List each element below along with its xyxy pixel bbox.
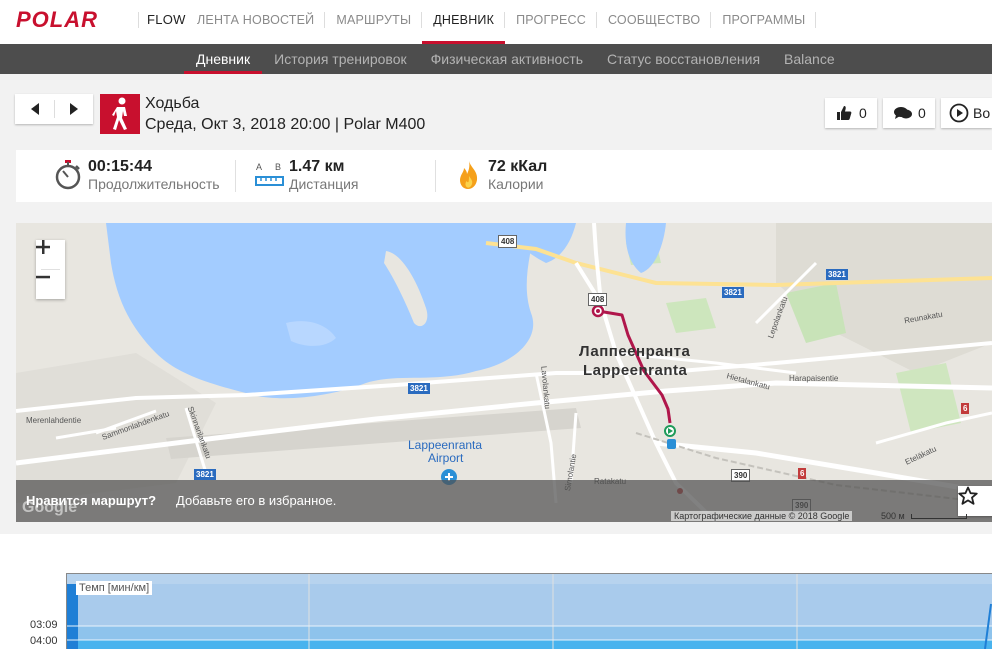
distance-label: Дистанция — [289, 176, 359, 192]
city-label-en: Lappeenranta — [583, 362, 688, 379]
flow-label: FLOW — [147, 12, 186, 27]
city-label-ru: Лаппеенранта — [579, 343, 691, 360]
zoom-out-button[interactable] — [36, 270, 65, 299]
plus-icon — [36, 240, 50, 254]
distance-icon-a: A — [256, 162, 262, 172]
map-zoom-control — [36, 240, 65, 299]
subnav-item[interactable]: История тренировок — [262, 44, 418, 74]
nav-item-label: ДНЕВНИК — [433, 13, 495, 27]
nav-item-label: ЛЕНТА НОВОСТЕЙ — [197, 13, 315, 27]
airport-label-line1: Lappeenranta — [408, 438, 483, 452]
street-harapaisentie: Harapaisentie — [789, 374, 839, 383]
like-button[interactable]: 0 — [825, 98, 877, 128]
nav-item-label: МАРШРУТЫ — [336, 13, 412, 27]
pace-ytick: 04:00 — [30, 635, 58, 647]
subnav-item-label: История тренировок — [274, 51, 407, 67]
road-badge-6: 6 — [798, 468, 807, 479]
airport-label-line2: Airport — [428, 451, 464, 465]
road-badge-3821: 3821 — [408, 383, 430, 394]
favorite-hint: Добавьте его в избранное. — [176, 493, 337, 508]
distance-value: 1.47 км — [289, 158, 345, 175]
map-attribution[interactable]: Картографические данные © 2018 Google — [671, 511, 853, 521]
subnav-item-label: Физическая активность — [430, 51, 584, 67]
road-badge-6: 6 — [961, 403, 970, 414]
polar-logo[interactable]: POLAR — [16, 7, 132, 32]
main-menu: ЛЕНТА НОВОСТЕЙ МАРШРУТЫ ДНЕВНИК ПРОГРЕСС СОО… — [186, 0, 817, 44]
calories-label: Калории — [488, 176, 544, 192]
pace-chart-plot — [67, 574, 992, 649]
top-navigation: POLAR FLOW ЛЕНТА НОВОСТЕЙ МАРШРУТЫ ДНЕВНИК… — [0, 0, 992, 44]
subnav-item[interactable]: Статус восстановления — [595, 44, 772, 74]
road-badge-3821: 3821 — [722, 287, 744, 298]
nav-item-label: ПРОГРЕСС — [516, 13, 586, 27]
subnav-item[interactable]: Дневник — [184, 44, 263, 74]
road-badge-408: 408 — [498, 235, 518, 248]
street-merenlahdentie: Merenlahdentie — [26, 416, 82, 425]
duration-label: Продолжительность — [88, 176, 220, 192]
stopwatch-icon — [55, 160, 81, 190]
like-count: 0 — [859, 105, 867, 121]
road-badge-3821: 3821 — [826, 269, 848, 280]
star-icon — [958, 486, 978, 505]
arrow-left-icon — [30, 103, 39, 115]
distance-icon-b: B — [275, 162, 281, 172]
map-scale: 500 м — [881, 511, 968, 521]
subnav-item-label: Статус восстановления — [607, 51, 761, 67]
replay-button[interactable]: Во — [941, 98, 992, 128]
diary-submenu: Дневник История тренировок Физическая акти… — [184, 44, 847, 74]
play-circle-icon — [949, 103, 969, 123]
nav-item[interactable]: ЛЕНТА НОВОСТЕЙ — [186, 0, 326, 44]
zoom-in-button[interactable] — [36, 240, 65, 269]
session-datetime-device: Среда, Окт 3, 2018 20:00 | Polar M400 — [145, 116, 426, 133]
arrow-right-icon — [69, 103, 78, 115]
nav-item[interactable]: ПРОГРАММЫ — [711, 0, 817, 44]
comment-button[interactable]: 0 — [883, 98, 935, 128]
pace-chart[interactable] — [66, 573, 992, 649]
comments-icon — [894, 107, 912, 119]
subnav-item[interactable]: Balance — [772, 44, 847, 74]
calories-value: 72 кКал — [488, 158, 548, 175]
google-logo: Google — [22, 499, 78, 516]
walking-sport-icon — [100, 94, 140, 134]
pace-chart-label: Темп [мин/км] — [76, 581, 153, 595]
subnav-item-label: Balance — [784, 51, 835, 67]
road-badge-3821: 3821 — [194, 469, 216, 480]
distance-ruler-icon: A B — [255, 162, 284, 186]
previous-session-button[interactable] — [15, 94, 54, 124]
polar-logo-text: POLAR — [16, 8, 98, 30]
pace-ytick: 03:09 — [30, 619, 58, 631]
duration-value: 00:15:44 — [88, 158, 153, 175]
nav-item[interactable]: ПРОГРЕСС — [505, 0, 597, 44]
nav-item[interactable]: СООБЩЕСТВО — [597, 0, 712, 44]
map-scale-label: 500 м — [881, 511, 905, 521]
session-summary: 00:15:44 Продолжительность A B 1.47 км Д… — [16, 150, 992, 202]
session-pager — [15, 94, 93, 124]
road-badge-408: 408 — [588, 293, 608, 306]
subnav-item[interactable]: Физическая активность — [419, 44, 595, 74]
nav-item-label: СООБЩЕСТВО — [607, 13, 701, 27]
subnav-item-label: Дневник — [196, 51, 251, 67]
nav-item[interactable]: МАРШРУТЫ — [325, 0, 423, 44]
map-canvas — [16, 223, 992, 522]
flame-icon — [460, 161, 478, 189]
sport-name: Ходьба — [145, 95, 200, 112]
comment-count: 0 — [918, 105, 926, 121]
route-map[interactable]: Лаппеенранта Lappeenranta Lappeenranta A… — [16, 223, 992, 522]
minus-icon — [36, 275, 50, 279]
nav-item[interactable]: ДНЕВНИК — [422, 0, 506, 44]
nav-item-label: ПРОГРАММЫ — [722, 13, 806, 27]
sub-navigation: Дневник История тренировок Физическая акти… — [0, 44, 992, 74]
replay-label: Во — [973, 105, 991, 121]
next-session-button[interactable] — [54, 94, 93, 124]
thumbs-up-icon — [837, 106, 852, 120]
